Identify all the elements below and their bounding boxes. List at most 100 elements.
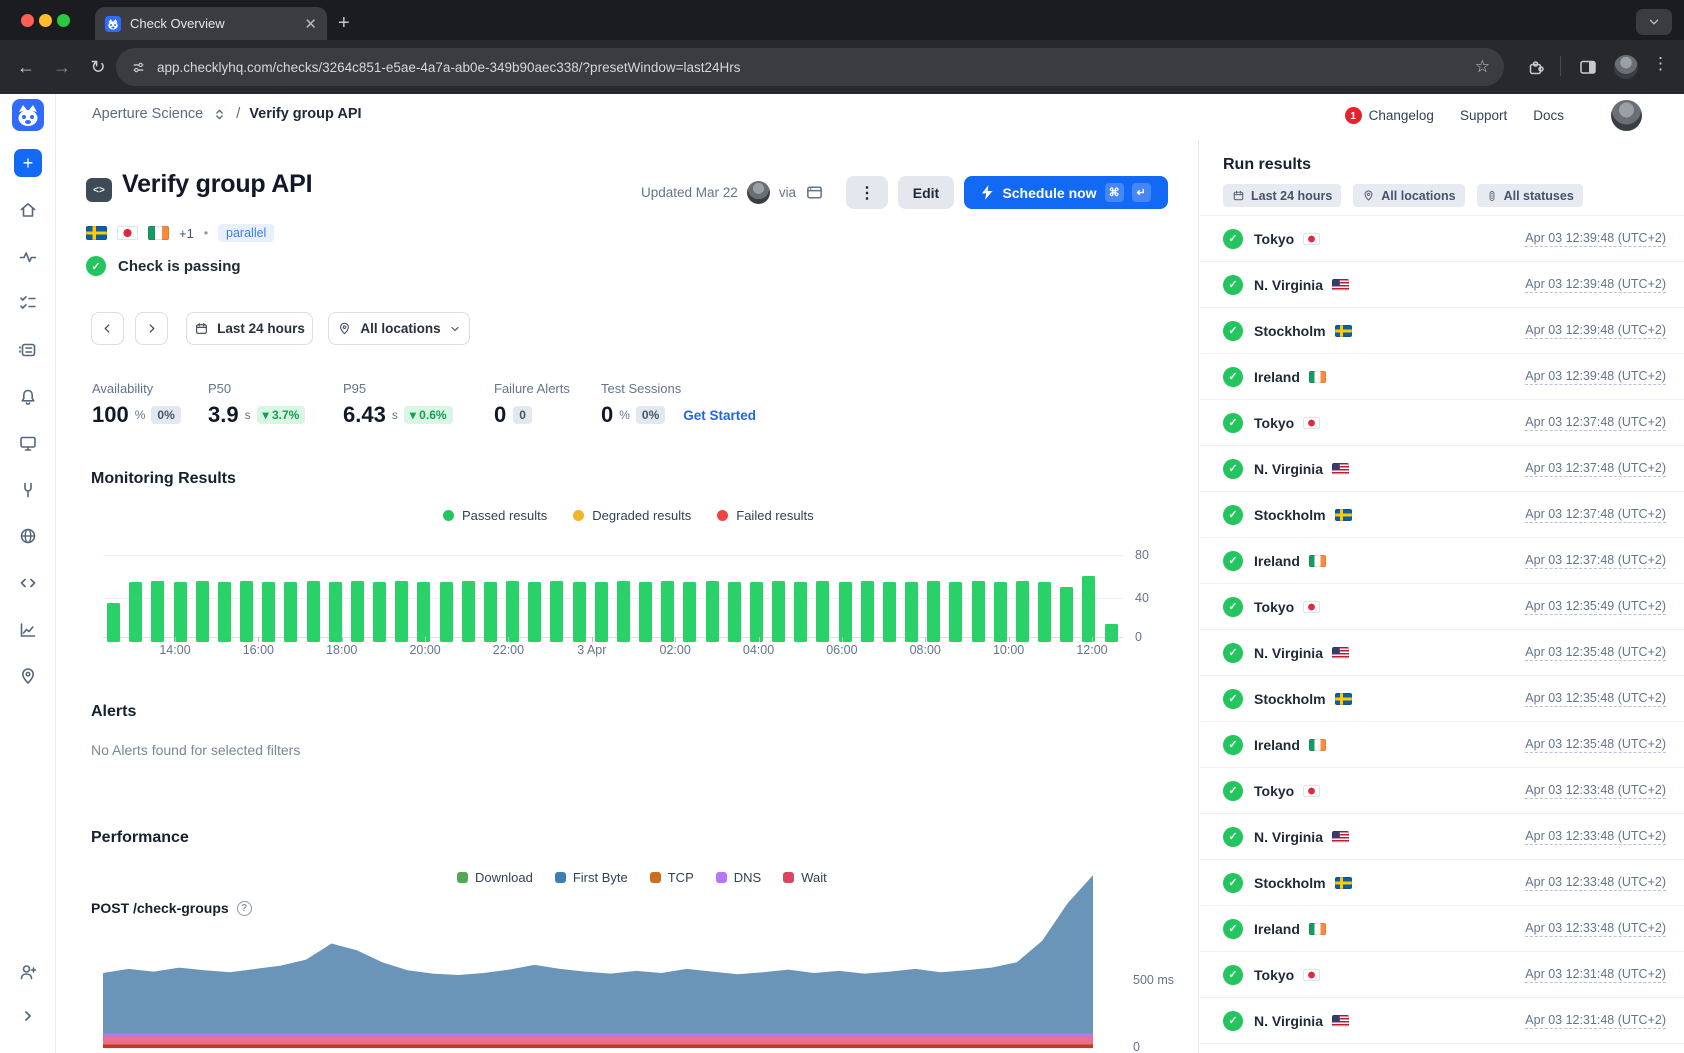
run-result-row[interactable]: ✓ Tokyo Apr 03 12:35:49 (UTC+2)	[1200, 583, 1684, 629]
address-bar[interactable]: app.checklyhq.com/checks/3264c851-e5ae-4…	[116, 48, 1504, 86]
monitoring-bar[interactable]	[905, 582, 918, 642]
run-timestamp-link[interactable]: Apr 03 12:33:48 (UTC+2)	[1525, 921, 1666, 937]
create-button[interactable]: +	[14, 149, 42, 177]
run-result-row[interactable]: ✓ Tokyo Apr 03 12:33:48 (UTC+2)	[1200, 767, 1684, 813]
monitoring-bar[interactable]	[750, 582, 763, 642]
monitoring-bar[interactable]	[506, 581, 519, 642]
run-timestamp-link[interactable]: Apr 03 12:37:48 (UTC+2)	[1525, 507, 1666, 523]
run-timestamp-link[interactable]: Apr 03 12:37:48 (UTC+2)	[1525, 415, 1666, 431]
run-timestamp-link[interactable]: Apr 03 12:35:48 (UTC+2)	[1525, 645, 1666, 661]
private-locations-globe-icon[interactable]	[18, 526, 38, 546]
monitoring-bar[interactable]	[151, 581, 164, 642]
schedule-now-button[interactable]: Schedule now ⌘ ↵	[964, 176, 1168, 209]
cli-code-icon[interactable]	[18, 573, 38, 593]
legend-failed[interactable]: Failed results	[717, 508, 813, 523]
tab-search-button[interactable]	[1636, 9, 1672, 35]
run-timestamp-link[interactable]: Apr 03 12:37:48 (UTC+2)	[1525, 461, 1666, 477]
support-link[interactable]: Support	[1460, 108, 1507, 123]
home-icon[interactable]	[18, 200, 38, 220]
bookmark-star-icon[interactable]: ☆	[1475, 57, 1490, 77]
monitoring-bar[interactable]	[883, 582, 896, 642]
monitoring-bar[interactable]	[528, 582, 541, 642]
monitoring-bar[interactable]	[329, 582, 342, 642]
run-timestamp-link[interactable]: Apr 03 12:33:48 (UTC+2)	[1525, 875, 1666, 891]
locations-pin-icon[interactable]	[18, 666, 38, 686]
locations-filter-button[interactable]: All locations	[328, 312, 470, 345]
monitoring-bar[interactable]	[129, 582, 142, 642]
chip-statuses[interactable]: All statuses	[1477, 184, 1583, 207]
run-timestamp-link[interactable]: Apr 03 12:37:48 (UTC+2)	[1525, 553, 1666, 569]
run-result-row[interactable]: ✓ Stockholm Apr 03 12:31:48 (UTC+2)	[1200, 1043, 1684, 1053]
back-button[interactable]: ←	[12, 53, 40, 81]
run-timestamp-link[interactable]: Apr 03 12:39:48 (UTC+2)	[1525, 369, 1666, 385]
monitoring-bar[interactable]	[462, 581, 475, 642]
run-timestamp-link[interactable]: Apr 03 12:39:48 (UTC+2)	[1525, 277, 1666, 293]
run-result-row[interactable]: ✓ N. Virginia Apr 03 12:37:48 (UTC+2)	[1200, 445, 1684, 491]
run-timestamp-link[interactable]: Apr 03 12:33:48 (UTC+2)	[1525, 829, 1666, 845]
run-timestamp-link[interactable]: Apr 03 12:35:48 (UTC+2)	[1525, 737, 1666, 753]
time-range-button[interactable]: Last 24 hours	[186, 312, 313, 345]
legend-passed[interactable]: Passed results	[443, 508, 547, 523]
run-result-row[interactable]: ✓ Stockholm Apr 03 12:35:48 (UTC+2)	[1200, 675, 1684, 721]
monitoring-bar[interactable]	[1082, 576, 1095, 642]
monitoring-bar[interactable]	[240, 581, 253, 642]
insights-chart-icon[interactable]	[18, 620, 38, 640]
run-result-row[interactable]: ✓ Stockholm Apr 03 12:39:48 (UTC+2)	[1200, 307, 1684, 353]
monitoring-bar[interactable]	[972, 581, 985, 642]
sidebar-collapse-icon[interactable]	[18, 1006, 38, 1026]
monitoring-bar[interactable]	[994, 582, 1007, 642]
side-panel-icon[interactable]	[1578, 57, 1598, 77]
run-result-row[interactable]: ✓ Ireland Apr 03 12:33:48 (UTC+2)	[1200, 905, 1684, 951]
run-result-row[interactable]: ✓ Ireland Apr 03 12:35:48 (UTC+2)	[1200, 721, 1684, 767]
account-switcher-icon[interactable]	[212, 107, 227, 122]
monitoring-bar[interactable]	[1016, 581, 1029, 642]
checkly-logo[interactable]	[12, 99, 44, 131]
monitoring-bar[interactable]	[107, 603, 120, 642]
monitoring-bar[interactable]	[196, 581, 209, 642]
run-result-row[interactable]: ✓ Tokyo Apr 03 12:39:48 (UTC+2)	[1200, 215, 1684, 261]
browser-menu-icon[interactable]: ⋮	[1652, 54, 1669, 74]
run-result-row[interactable]: ✓ N. Virginia Apr 03 12:35:48 (UTC+2)	[1200, 629, 1684, 675]
monitoring-bar[interactable]	[617, 581, 630, 642]
monitoring-bar[interactable]	[683, 582, 696, 642]
monitoring-bar[interactable]	[772, 581, 785, 642]
legend-degraded[interactable]: Degraded results	[573, 508, 691, 523]
site-settings-icon[interactable]	[130, 59, 147, 76]
run-timestamp-link[interactable]: Apr 03 12:31:48 (UTC+2)	[1525, 1013, 1666, 1029]
run-result-row[interactable]: ✓ Tokyo Apr 03 12:31:48 (UTC+2)	[1200, 951, 1684, 997]
monitoring-bar[interactable]	[550, 581, 563, 642]
chip-locations[interactable]: All locations	[1353, 184, 1464, 207]
browser-tab[interactable]: Check Overview ✕	[95, 7, 327, 40]
prev-window-button[interactable]	[91, 312, 124, 345]
monitoring-bar[interactable]	[706, 581, 719, 642]
monitoring-bar[interactable]	[661, 581, 674, 642]
mac-minimize-button[interactable]	[39, 14, 52, 27]
monitoring-bar[interactable]	[861, 581, 874, 642]
run-result-row[interactable]: ✓ Ireland Apr 03 12:37:48 (UTC+2)	[1200, 537, 1684, 583]
run-result-row[interactable]: ✓ N. Virginia Apr 03 12:31:48 (UTC+2)	[1200, 997, 1684, 1043]
monitoring-bar[interactable]	[1060, 587, 1073, 642]
get-started-link[interactable]: Get Started	[683, 408, 756, 423]
monitoring-bar[interactable]	[573, 582, 586, 642]
browser-profile-avatar[interactable]	[1614, 55, 1638, 79]
monitoring-bar[interactable]	[218, 582, 231, 642]
alerts-bell-icon[interactable]	[18, 387, 38, 407]
breadcrumb-account[interactable]: Aperture Science	[92, 106, 203, 122]
monitoring-bar[interactable]	[174, 582, 187, 642]
monitoring-bar[interactable]	[1038, 582, 1051, 642]
extensions-icon[interactable]	[1526, 57, 1546, 77]
monitoring-bar[interactable]	[639, 582, 652, 642]
pulse-icon[interactable]	[18, 247, 38, 267]
monitoring-bar[interactable]	[484, 582, 497, 642]
run-timestamp-link[interactable]: Apr 03 12:35:49 (UTC+2)	[1525, 599, 1666, 615]
next-window-button[interactable]	[135, 312, 168, 345]
run-timestamp-link[interactable]: Apr 03 12:35:48 (UTC+2)	[1525, 691, 1666, 707]
mac-close-button[interactable]	[21, 14, 34, 27]
reload-button[interactable]: ↻	[84, 53, 112, 81]
monitoring-bar[interactable]	[595, 582, 608, 642]
maintenance-icon[interactable]	[18, 480, 38, 500]
performance-area-chart[interactable]	[103, 870, 1123, 1053]
monitoring-bar[interactable]	[816, 581, 829, 642]
monitoring-bar[interactable]	[839, 582, 852, 642]
edit-button[interactable]: Edit	[898, 176, 954, 209]
